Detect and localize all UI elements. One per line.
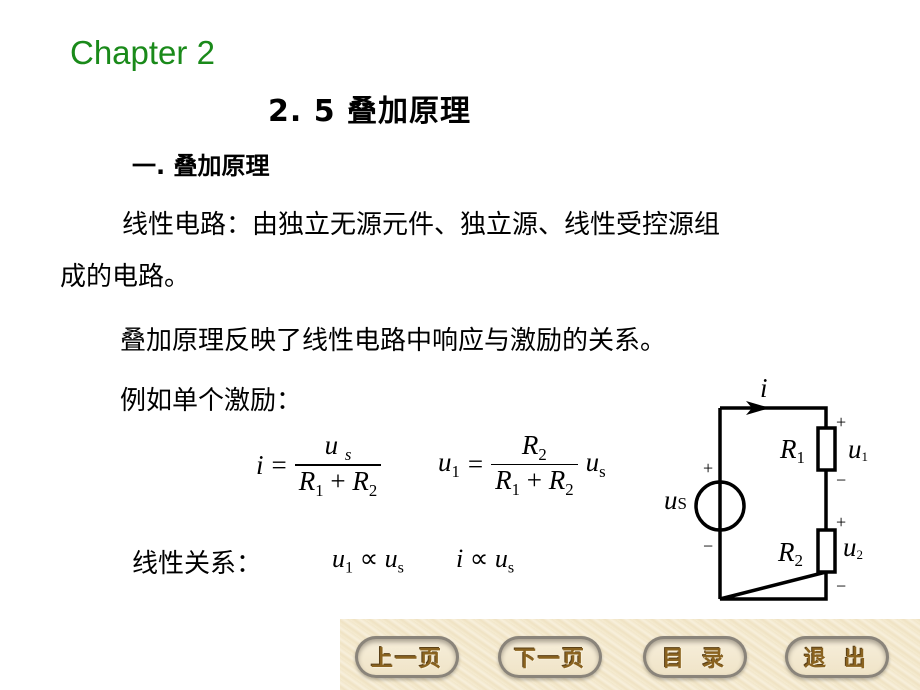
definition-line-1: 线性电路：由独立无源元件、独立源、线性受控源组 [122, 210, 721, 240]
r2-label: R2 [777, 537, 803, 570]
exit-button[interactable]: 退出 [785, 636, 889, 678]
eq1-equals: = [271, 449, 287, 480]
subsection-title: 一. 叠加原理 [132, 152, 270, 180]
equation-current: i = u s R1 + R2 [256, 430, 382, 500]
superposition-statement: 叠加原理反映了线性电路中响应与激励的关系。 [120, 326, 667, 356]
r2-plus: + [836, 512, 846, 532]
r2-minus: − [836, 576, 846, 596]
eq2-factor: us [585, 447, 606, 481]
eq2-lhs: u1 [438, 447, 460, 481]
example-intro: 例如单个激励： [120, 386, 303, 416]
u2-label: u2 [843, 532, 863, 562]
resistor-r1 [816, 426, 837, 472]
eq1-numerator: u s [324, 430, 352, 464]
eq1-fraction: u s R1 + R2 [294, 430, 382, 500]
u1-label: u1 [848, 434, 868, 464]
eq2-numerator: R2 [521, 430, 547, 464]
eq2-denominator: R1 + R2 [495, 465, 574, 499]
circuit-diagram: i R1 R2 u1 u2 uS + − + − + − [664, 373, 868, 601]
navigation-bar: 上一页 下一页 目录 退出 [340, 619, 920, 690]
eq1-denominator: R1 + R2 [298, 466, 378, 500]
equation-voltage-divider: u1 = R2 R1 + R2 us [438, 430, 606, 499]
prev-page-button[interactable]: 上一页 [355, 636, 459, 678]
r1-plus: + [836, 412, 846, 432]
source-plus: + [703, 458, 713, 478]
relation-u1-proportional: u1 ∝ us [332, 544, 404, 577]
eq1-lhs: i [256, 449, 264, 480]
contents-button[interactable]: 目录 [643, 636, 747, 678]
section-title: 2. 5 叠加原理 [268, 94, 472, 129]
source-minus: − [703, 536, 713, 556]
chapter-label: Chapter 2 [70, 34, 215, 71]
relation-i-proportional: i ∝ us [456, 544, 515, 577]
definition-line-2: 成的电路。 [60, 262, 191, 292]
resistor-r2 [816, 528, 837, 574]
next-page-button[interactable]: 下一页 [498, 636, 602, 678]
r1-minus: − [836, 470, 846, 490]
source-label: uS [664, 485, 687, 515]
eq2-fraction: R2 R1 + R2 [491, 430, 578, 499]
linear-relation-label: 线性关系： [132, 549, 263, 579]
wire-loop [719, 406, 828, 601]
r1-label: R1 [779, 434, 805, 467]
eq2-equals: = [467, 449, 484, 480]
current-label: i [760, 373, 768, 403]
